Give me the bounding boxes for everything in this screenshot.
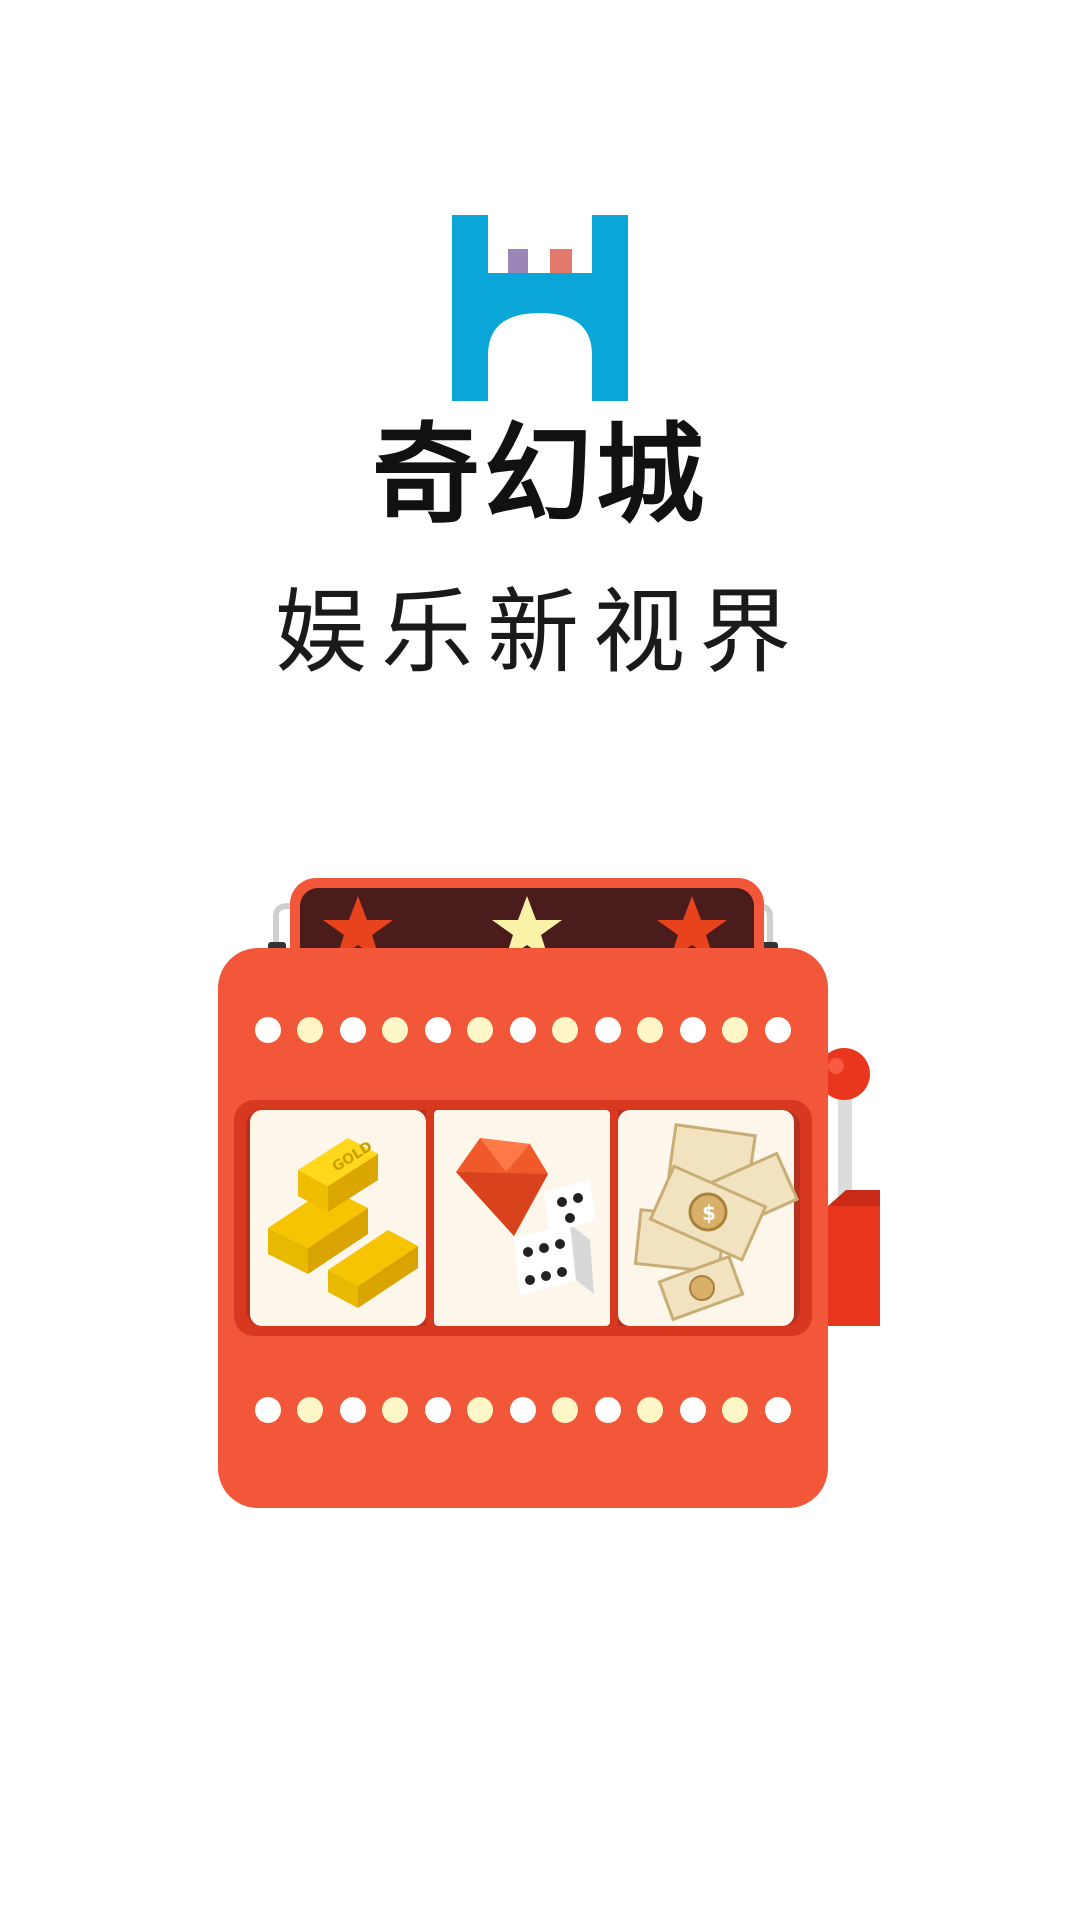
dollar-bills-icon: $ [618,1110,800,1326]
slot-machine-icon: GOLD $ [218,878,880,1508]
gem-and-dice-icon [434,1110,610,1326]
tagline: 娱乐新视界 [274,579,805,686]
castle-logo-icon [452,215,628,401]
svg-text:$: $ [702,1201,716,1225]
brand-name: 奇幻城 [371,413,708,538]
gold-bars-icon: GOLD [250,1110,426,1326]
